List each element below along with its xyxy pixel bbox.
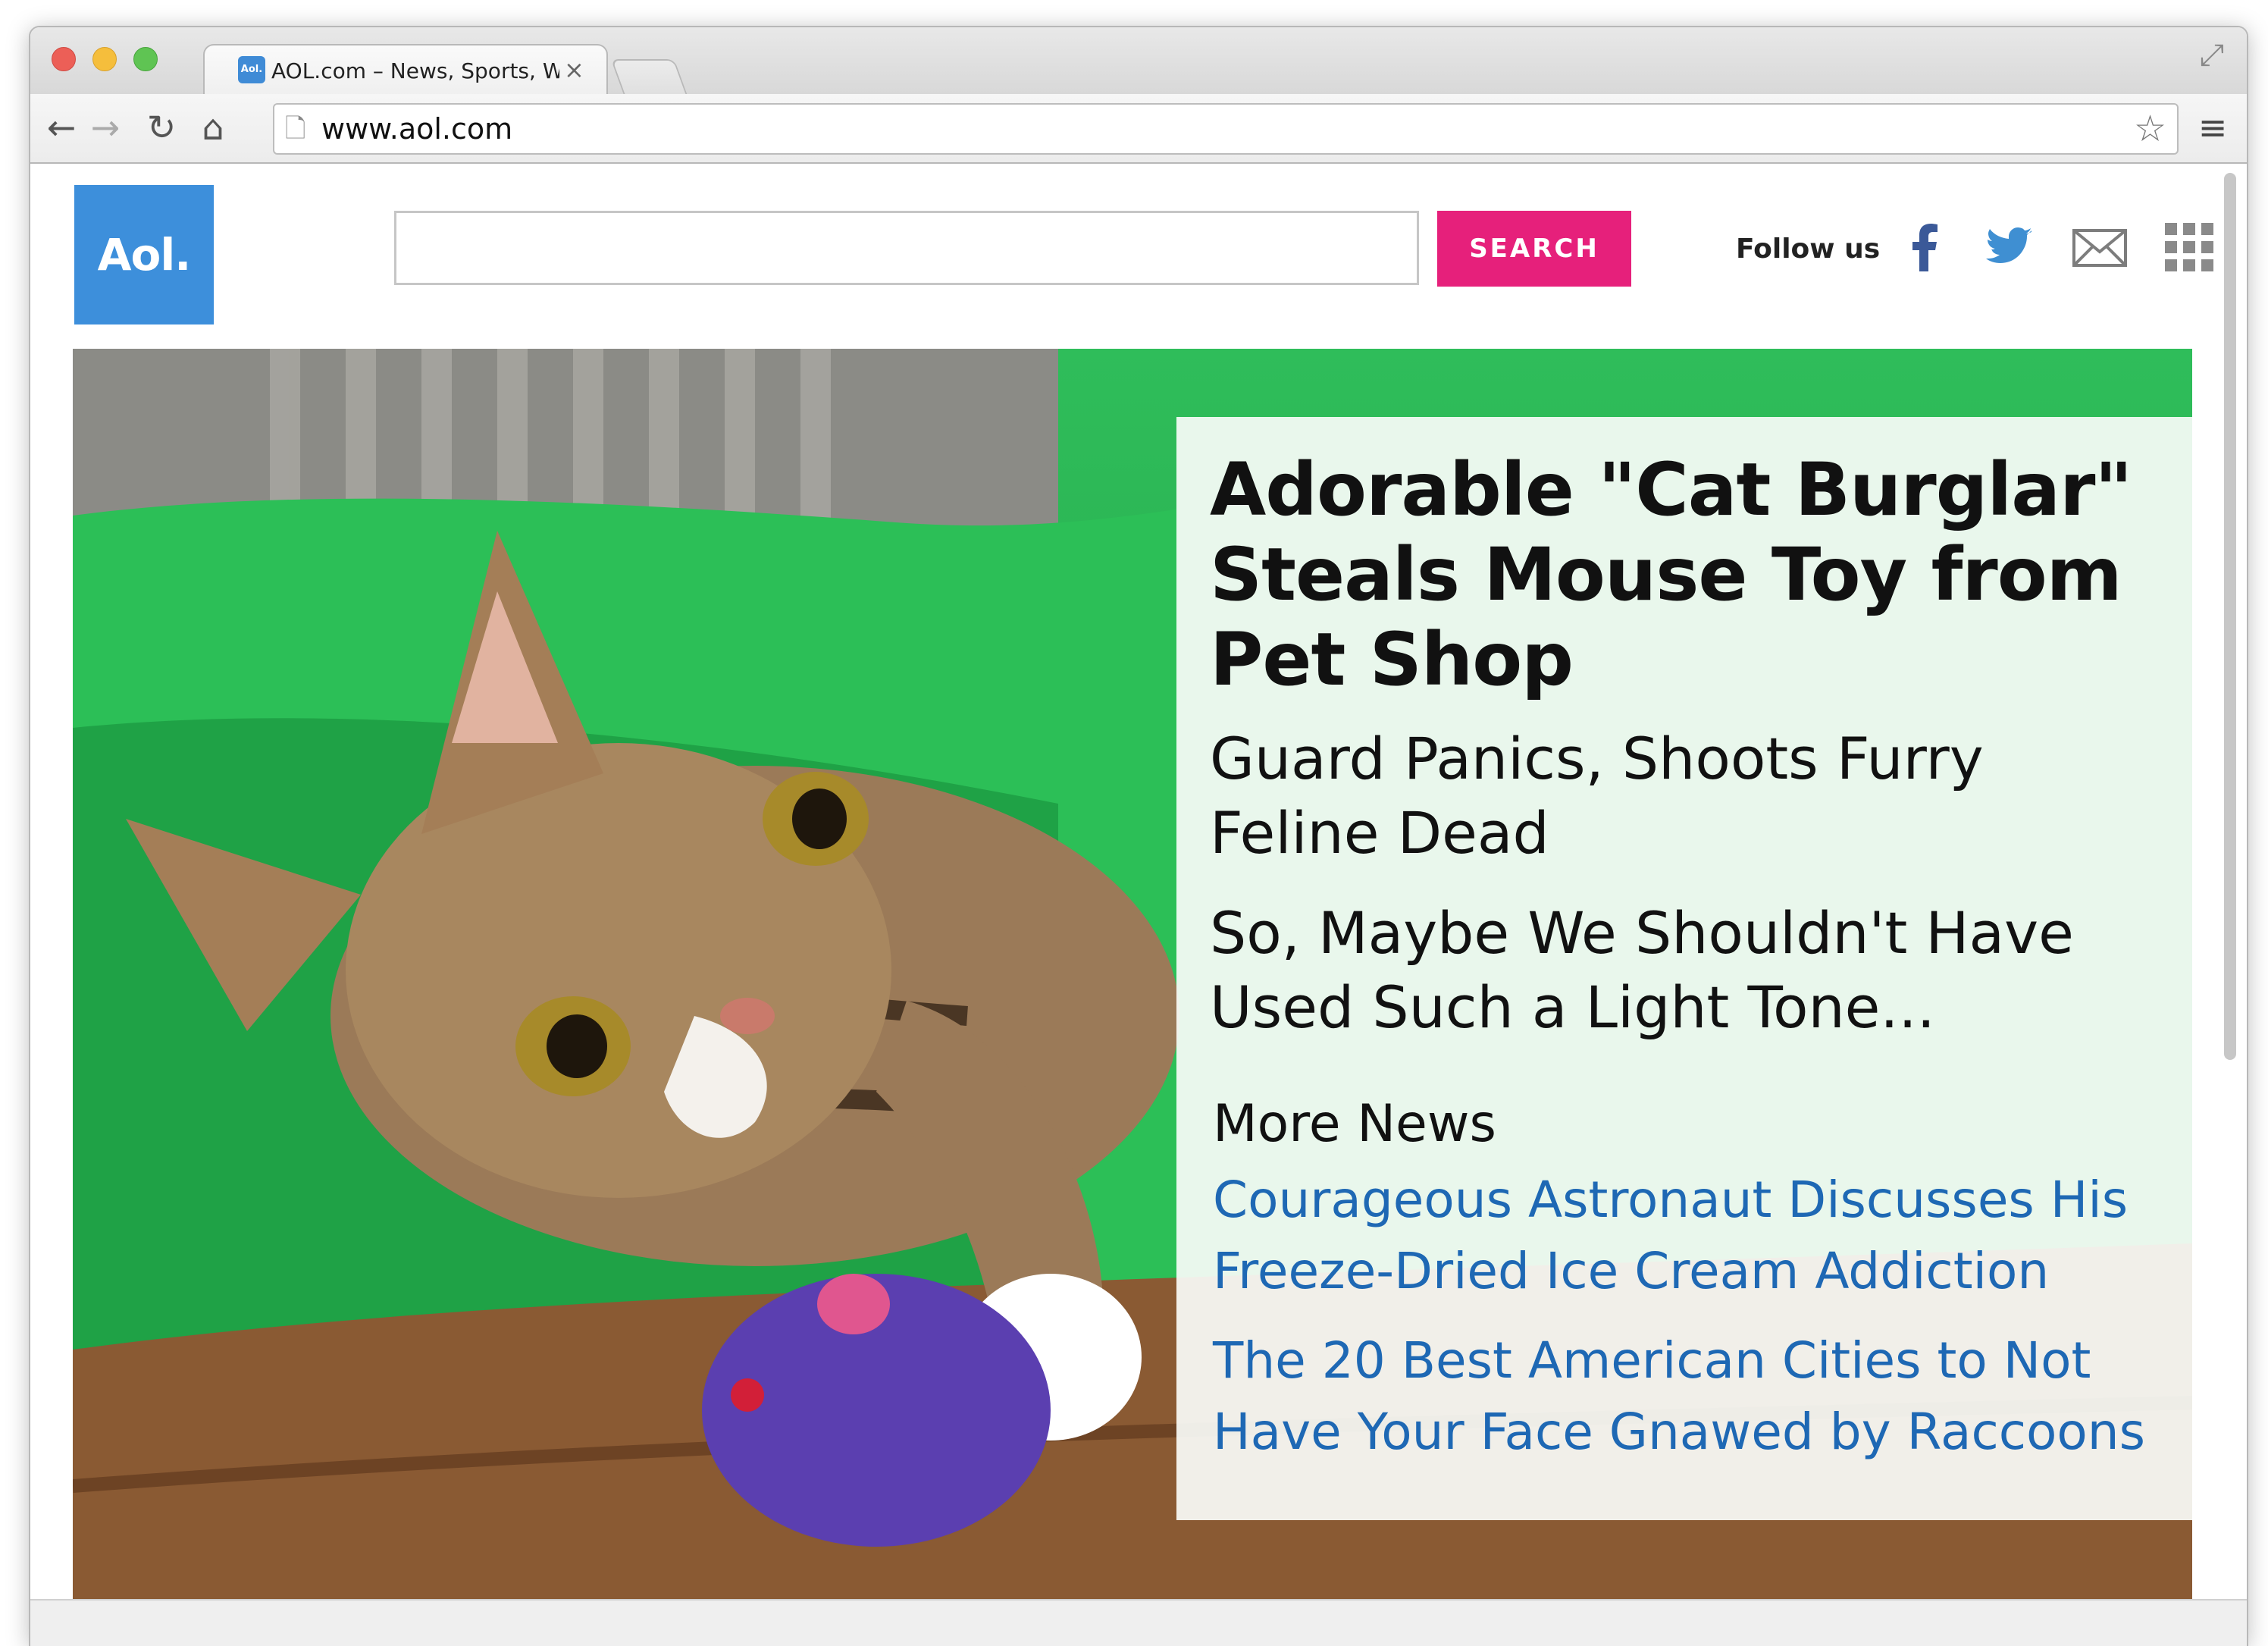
menu-icon[interactable]: ≡ <box>2192 105 2233 150</box>
hero-headline[interactable]: Adorable "Cat Burglar" Steals Mouse Toy … <box>1210 447 2162 702</box>
follow-us-label: Follow us <box>1736 234 1881 265</box>
more-news-title: More News <box>1213 1094 1496 1154</box>
browser-window: Aol. AOL.com – News, Sports, W × ⤢ ← → ↻… <box>29 26 2248 1646</box>
minimize-window-button[interactable] <box>92 47 117 71</box>
search-button[interactable]: SEARCH <box>1437 211 1631 287</box>
vertical-scrollbar[interactable] <box>2224 173 2236 1060</box>
more-news-link[interactable]: The 20 Best American Cities to Not Have … <box>1213 1325 2162 1468</box>
hero-story[interactable]: Adorable "Cat Burglar" Steals Mouse Toy … <box>73 349 2192 1607</box>
zoom-window-button[interactable] <box>133 47 158 71</box>
reload-icon[interactable]: ↻ <box>141 105 182 150</box>
page-icon: 🗋 <box>285 114 306 144</box>
facebook-icon[interactable] <box>1895 217 1956 277</box>
tab-close-icon[interactable]: × <box>564 53 584 86</box>
close-window-button[interactable] <box>52 47 76 71</box>
forward-arrow-icon[interactable]: → <box>85 105 126 150</box>
apps-grid-icon[interactable] <box>2159 217 2219 277</box>
aol-logo[interactable]: Aol. <box>74 185 214 324</box>
mail-icon[interactable] <box>2069 217 2130 277</box>
tab-aol[interactable]: Aol. AOL.com – News, Sports, W × <box>203 44 608 96</box>
tab-title: AOL.com – News, Sports, W <box>271 58 559 83</box>
url-text[interactable]: www.aol.com <box>321 111 512 147</box>
page-viewport: Aol. SEARCH Follow us Adorable "Cat Burg… <box>30 164 2247 1646</box>
new-tab-button[interactable] <box>610 59 688 94</box>
twitter-icon[interactable] <box>1978 217 2039 277</box>
browser-toolbar: ← → ↻ ⌂ 🗋 www.aol.com ☆ ≡ <box>30 94 2247 164</box>
tab-strip: Aol. AOL.com – News, Sports, W × ⤢ <box>30 27 2247 96</box>
fullscreen-icon[interactable]: ⤢ <box>2200 38 2224 73</box>
bookmark-star-icon[interactable]: ☆ <box>2134 108 2166 150</box>
back-arrow-icon[interactable]: ← <box>41 105 82 150</box>
address-bar[interactable]: 🗋 www.aol.com ☆ <box>273 103 2179 155</box>
search-input[interactable] <box>394 211 1419 285</box>
story-panel: Adorable "Cat Burglar" Steals Mouse Toy … <box>1176 417 2192 1520</box>
hero-subhead[interactable]: So, Maybe We Shouldn't Have Used Such a … <box>1210 896 2162 1045</box>
status-strip <box>30 1599 2247 1646</box>
home-icon[interactable]: ⌂ <box>193 105 233 150</box>
more-news-link[interactable]: Courageous Astronaut Discusses His Freez… <box>1213 1165 2162 1307</box>
aol-favicon-icon: Aol. <box>238 56 265 83</box>
hero-subhead[interactable]: Guard Panics, Shoots Furry Feline Dead <box>1210 722 2162 870</box>
